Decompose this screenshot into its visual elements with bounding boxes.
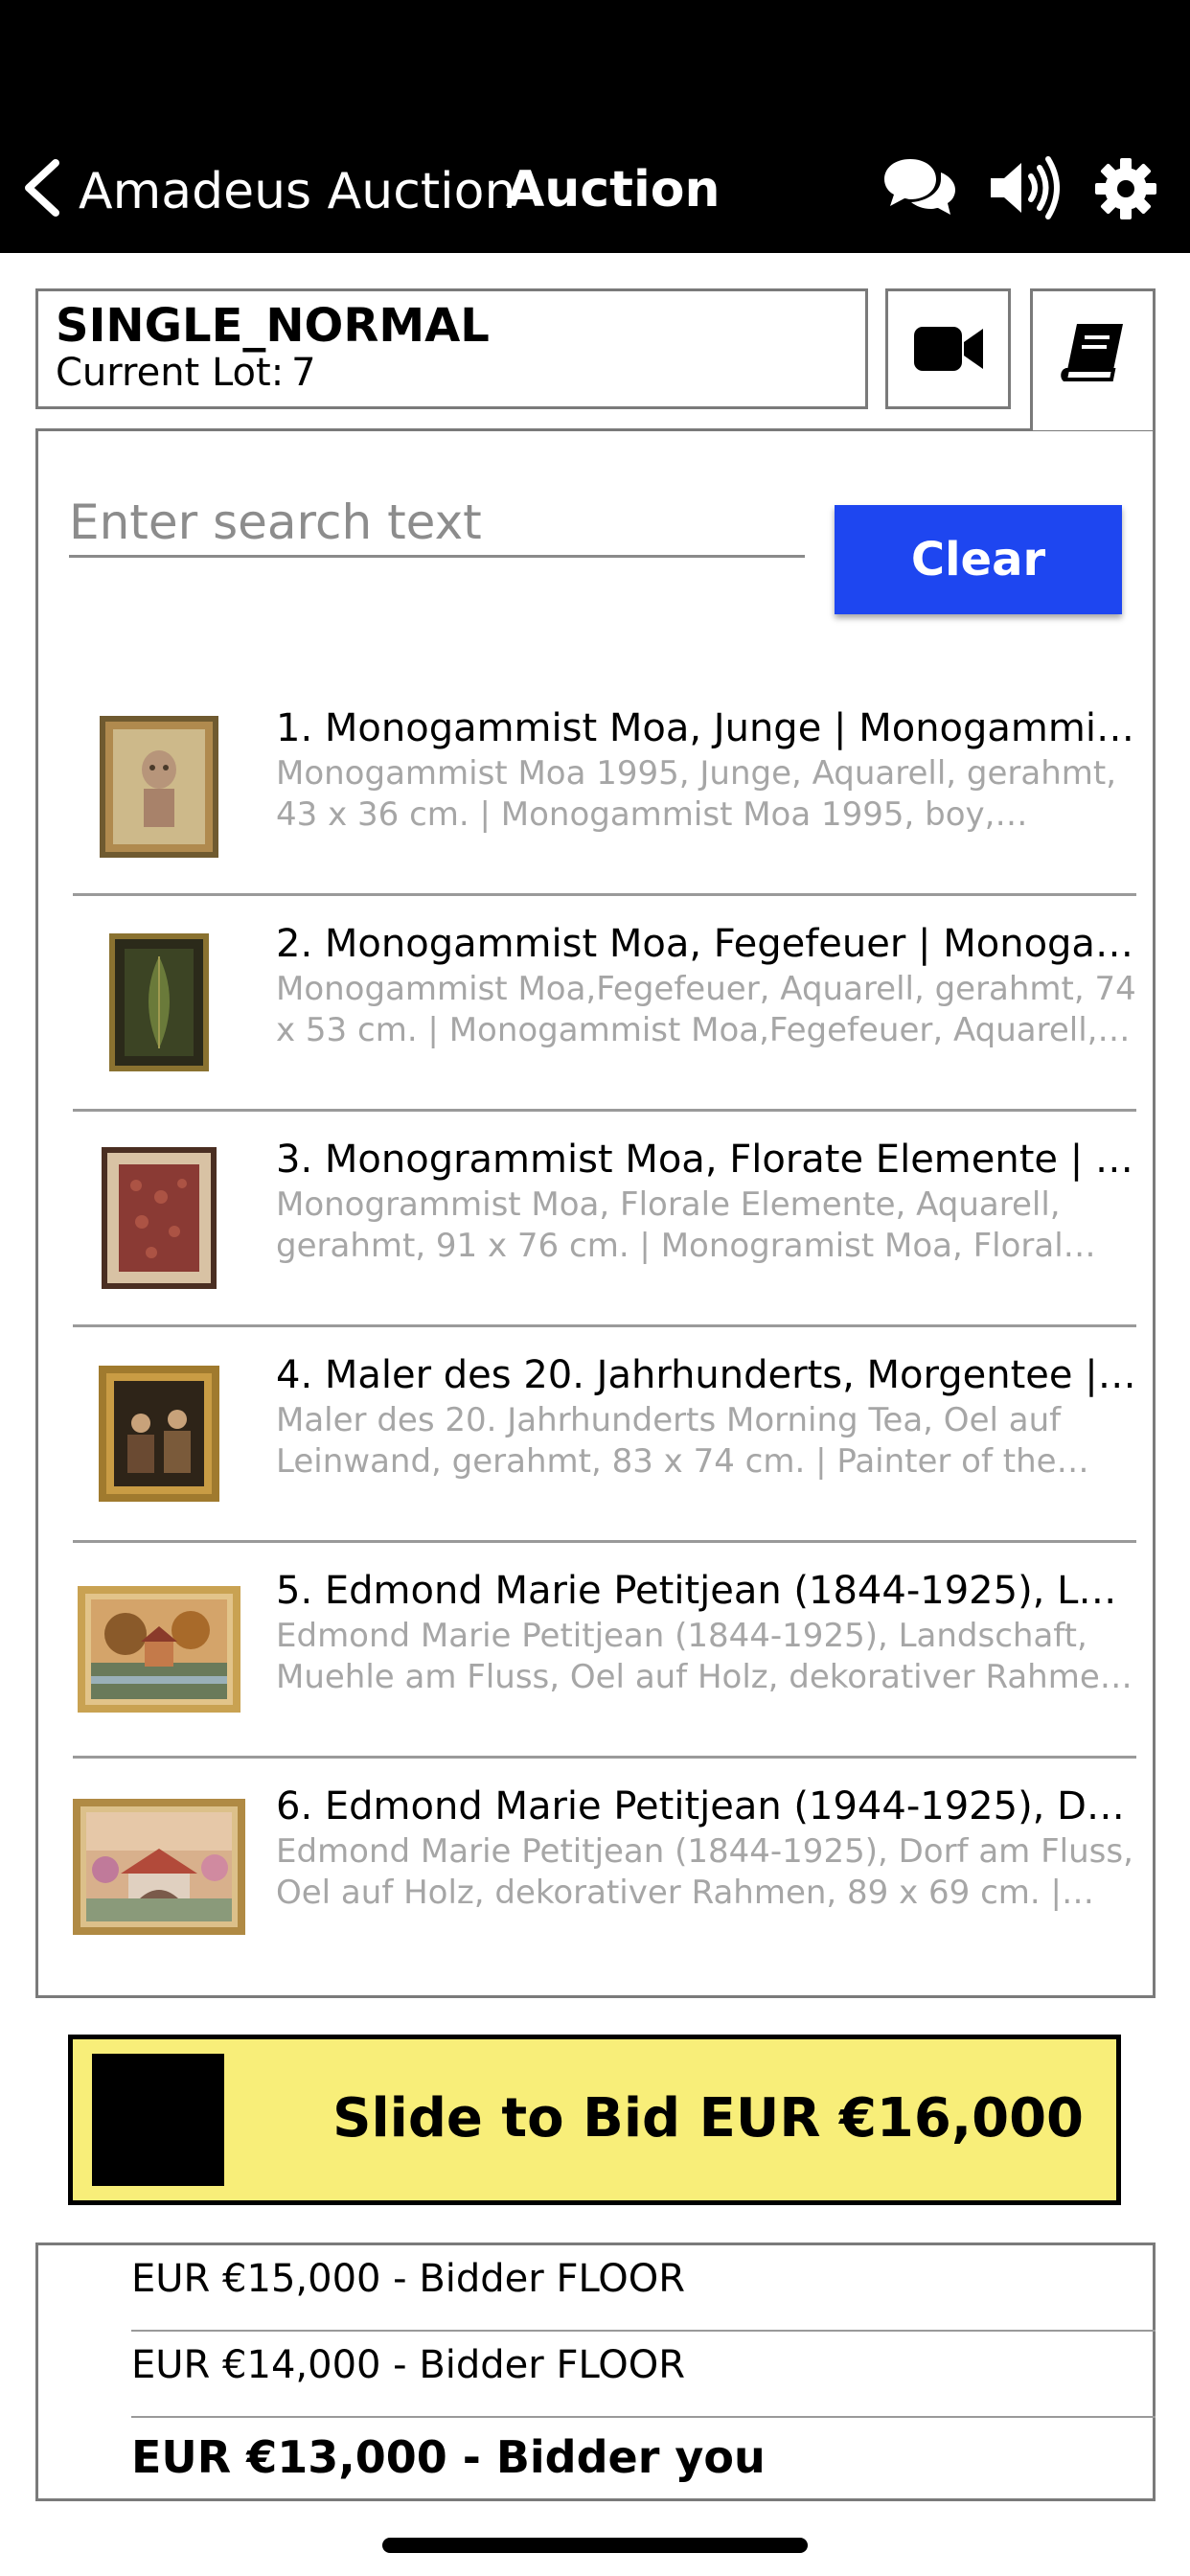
lot-description: Edmond Marie Petitjean (1844-1925), Dorf… [276,1832,1133,1912]
current-lot-label: Current Lot: [56,351,285,395]
lot-description: Monogrammist Moa, Florale Elemente, Aqua… [276,1185,1064,1265]
list-item[interactable]: 5. Edmond Marie Petitjean (1844-1925), L… [73,1543,1136,1759]
current-lot: Current Lot: 7 [56,351,848,395]
lot-title: 3. Monogrammist Moa, Florate Elemente | … [276,1138,1136,1182]
gear-icon[interactable] [1094,157,1157,220]
lot-list: 1. Monogammist Moa, Junge | Monogammist … [73,680,1136,1974]
lot-info-box: SINGLE_NORMAL Current Lot: 7 [35,288,868,409]
bid-row-current: EUR €13,000 - Bidder you [131,2431,766,2483]
clear-button[interactable]: Clear [835,505,1122,614]
slider-handle[interactable] [92,2054,224,2186]
artwork-thumbnail [73,1759,245,1974]
back-link[interactable]: Amadeus Auction [79,163,515,220]
slide-to-bid[interactable]: Slide to Bid EUR €16,000 [68,2035,1121,2205]
catalog-panel: Clear 1. Monogammist Moa, Junge | Monoga… [35,428,1156,1998]
lot-description: Maler des 20. Jahrhunderts Morning Tea, … [276,1401,1062,1481]
artwork-thumbnail [73,1327,245,1540]
chevron-left-icon[interactable] [21,157,63,218]
lot-description: Monogammist Moa 1995, Junge, Aquarell, g… [276,754,1117,834]
lot-title: 1. Monogammist Moa, Junge | Monogammist … [276,706,1136,750]
lot-title: 6. Edmond Marie Petitjean (1944-1925), D… [276,1784,1136,1828]
slider-label: Slide to Bid EUR €16,000 [332,2087,1084,2150]
list-item[interactable]: 4. Maler des 20. Jahrhunderts, Morgentee… [73,1327,1136,1543]
video-camera-icon [913,327,983,371]
book-icon [1060,324,1123,381]
navigation-bar: Amadeus Auction Auction [0,0,1190,253]
search-input[interactable] [69,489,805,558]
artwork-thumbnail [73,1543,245,1756]
artwork-thumbnail [73,896,245,1109]
page-title: Auction [506,161,721,218]
list-item[interactable]: 3. Monogrammist Moa, Florate Elemente | … [73,1112,1136,1327]
tab-video[interactable] [885,288,1011,409]
artwork-thumbnail [73,1112,245,1324]
lot-title: 2. Monogammist Moa, Fegefeuer | Monogamm… [276,922,1136,966]
lot-type: SINGLE_NORMAL [56,299,490,353]
tab-catalog[interactable] [1030,288,1156,430]
current-lot-number: 7 [291,351,316,395]
lot-description: Monogammist Moa,Fegefeuer, Aquarell, ger… [276,970,1136,1049]
list-item[interactable]: 2. Monogammist Moa, Fegefeuer | Monogam m… [73,896,1136,1112]
lot-description: Edmond Marie Petitjean (1844-1925), Land… [276,1617,1132,1696]
speaker-icon[interactable] [987,155,1060,220]
lot-title: 5. Edmond Marie Petitjean (1844-1925), L… [276,1569,1136,1613]
chat-icon[interactable] [881,155,958,220]
home-indicator[interactable] [382,2538,808,2553]
list-item[interactable]: 6. Edmond Marie Petitjean (1944-1925), D… [73,1759,1136,1974]
artwork-thumbnail [73,680,245,893]
bid-history: EUR €15,000 - Bidder FLOOR EUR €14,000 -… [35,2242,1156,2501]
bid-row: EUR €15,000 - Bidder FLOOR [131,2245,1156,2332]
lot-title: 4. Maler des 20. Jahrhunderts, Morgentee… [276,1353,1136,1397]
list-item[interactable]: 1. Monogammist Moa, Junge | Monogammist … [73,680,1136,896]
bid-row: EUR €14,000 - Bidder FLOOR [131,2332,1156,2418]
